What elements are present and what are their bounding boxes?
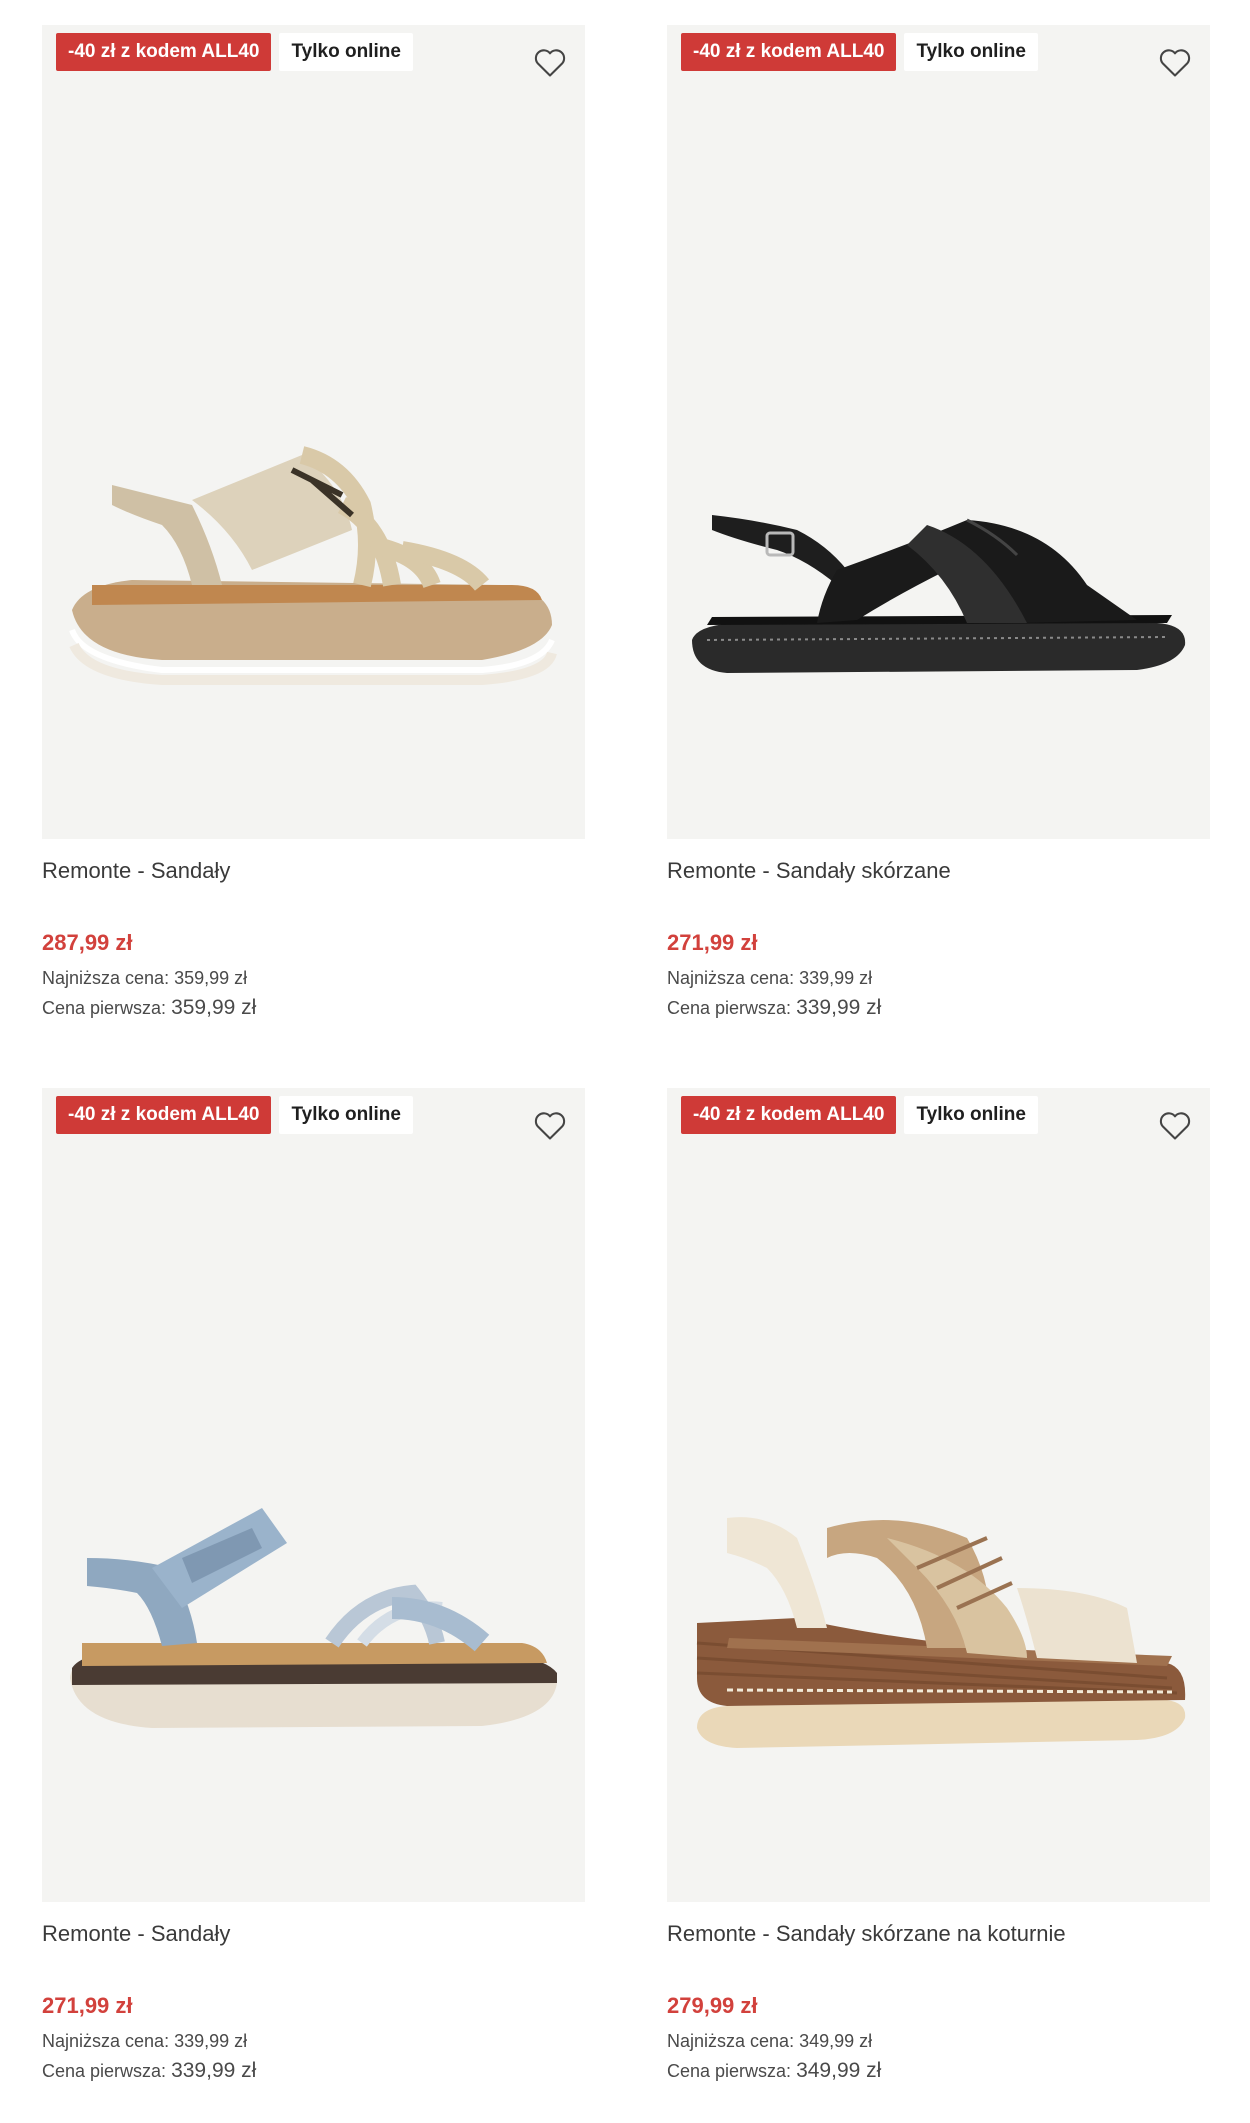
first-price-label: Cena pierwsza: xyxy=(42,2061,167,2081)
lowest-price-value: 359,99 zł xyxy=(174,968,248,988)
first-price-line: Cena pierwsza: 339,99 zł xyxy=(667,995,1210,1021)
first-price-value: 339,99 zł xyxy=(171,2059,257,2082)
lowest-price-label: Najniższa cena: xyxy=(667,968,795,988)
lowest-price-line: Najniższa cena: 349,99 zł xyxy=(667,2029,1210,2053)
first-price-line: Cena pierwsza: 359,99 zł xyxy=(42,995,585,1021)
heart-outline-icon[interactable] xyxy=(531,1106,569,1144)
first-price-value: 349,99 zł xyxy=(796,2059,882,2082)
product-image[interactable] xyxy=(42,25,585,839)
online-only-badge: Tylko online xyxy=(904,1096,1038,1134)
first-price-label: Cena pierwsza: xyxy=(667,2061,792,2081)
lowest-price-value: 339,99 zł xyxy=(174,2031,248,2051)
lowest-price-label: Najniższa cena: xyxy=(42,2031,170,2051)
heart-outline-icon[interactable] xyxy=(531,43,569,81)
product-card[interactable]: -40 zł z kodem ALL40 Tylko online Remont… xyxy=(667,25,1210,1021)
first-price-value: 339,99 zł xyxy=(796,996,882,1019)
heart-outline-icon[interactable] xyxy=(1156,43,1194,81)
lowest-price-label: Najniższa cena: xyxy=(667,2031,795,2051)
product-title[interactable]: Remonte - Sandały skórzane na koturnie xyxy=(667,1920,1210,1948)
product-title[interactable]: Remonte - Sandały xyxy=(42,857,585,885)
lowest-price-line: Najniższa cena: 339,99 zł xyxy=(667,966,1210,990)
first-price-label: Cena pierwsza: xyxy=(42,998,167,1018)
product-image[interactable] xyxy=(667,1088,1210,1902)
product-price: 271,99 zł xyxy=(42,1993,133,2018)
lowest-price-value: 339,99 zł xyxy=(799,968,873,988)
first-price-line: Cena pierwsza: 349,99 zł xyxy=(667,2058,1210,2084)
lowest-price-value: 349,99 zł xyxy=(799,2031,873,2051)
online-only-badge: Tylko online xyxy=(279,33,413,71)
product-image-area[interactable]: -40 zł z kodem ALL40 Tylko online xyxy=(42,25,585,839)
first-price-value: 359,99 zł xyxy=(171,996,257,1019)
lowest-price-label: Najniższa cena: xyxy=(42,968,170,988)
product-image[interactable] xyxy=(667,25,1210,839)
heart-outline-icon[interactable] xyxy=(1156,1106,1194,1144)
discount-badge: -40 zł z kodem ALL40 xyxy=(56,33,272,71)
product-card[interactable]: -40 zł z kodem ALL40 Tylko online Remont… xyxy=(42,1088,585,2084)
product-price: 271,99 zł xyxy=(667,930,758,955)
lowest-price-line: Najniższa cena: 339,99 zł xyxy=(42,2029,585,2053)
discount-badge: -40 zł z kodem ALL40 xyxy=(56,1096,272,1134)
first-price-label: Cena pierwsza: xyxy=(667,998,792,1018)
discount-badge: -40 zł z kodem ALL40 xyxy=(681,1096,897,1134)
product-image-area[interactable]: -40 zł z kodem ALL40 Tylko online xyxy=(667,1088,1210,1902)
product-title[interactable]: Remonte - Sandały skórzane xyxy=(667,857,1210,885)
product-price: 279,99 zł xyxy=(667,1993,758,2018)
product-card[interactable]: -40 zł z kodem ALL40 Tylko online Remont… xyxy=(667,1088,1210,2084)
first-price-line: Cena pierwsza: 339,99 zł xyxy=(42,2058,585,2084)
product-image[interactable] xyxy=(42,1088,585,1902)
discount-badge: -40 zł z kodem ALL40 xyxy=(681,33,897,71)
product-image-area[interactable]: -40 zł z kodem ALL40 Tylko online xyxy=(42,1088,585,1902)
online-only-badge: Tylko online xyxy=(279,1096,413,1134)
product-card[interactable]: -40 zł z kodem ALL40 Tylko online Remont… xyxy=(42,25,585,1021)
lowest-price-line: Najniższa cena: 359,99 zł xyxy=(42,966,585,990)
product-image-area[interactable]: -40 zł z kodem ALL40 Tylko online xyxy=(667,25,1210,839)
online-only-badge: Tylko online xyxy=(904,33,1038,71)
product-price: 287,99 zł xyxy=(42,930,133,955)
product-title[interactable]: Remonte - Sandały xyxy=(42,1920,585,1948)
